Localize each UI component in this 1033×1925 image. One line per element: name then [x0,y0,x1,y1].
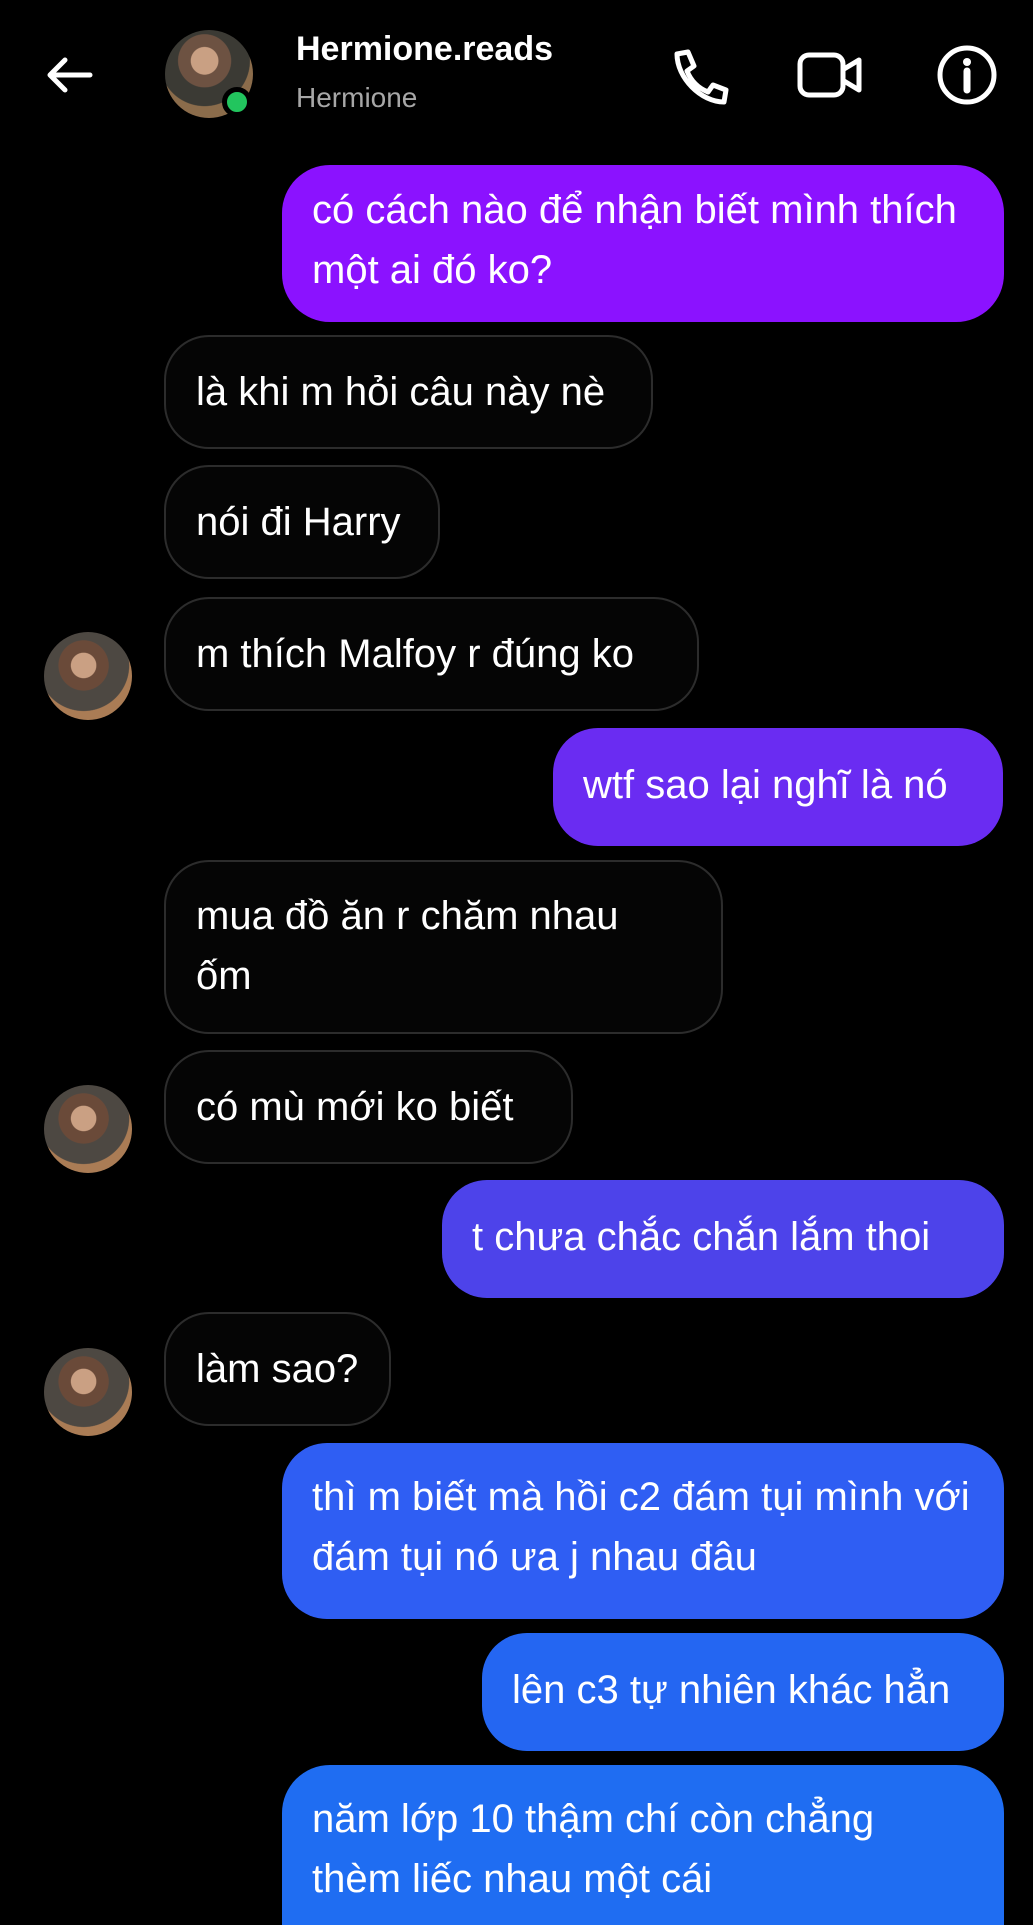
back-button[interactable] [40,50,100,100]
received-message[interactable]: mua đồ ăn r chăm nhau ốm [164,860,723,1034]
sent-message[interactable]: t chưa chắc chắn lắm thoi [442,1180,1004,1298]
message-text: thì m biết mà hồi c2 đám tụi mình với đá… [312,1475,970,1579]
message-text: là khi m hỏi câu này nè [196,370,606,414]
chat-header: Hermione.reads Hermione [0,0,1033,150]
message-text: wtf sao lại nghĩ là nó [583,763,948,807]
received-message[interactable]: làm sao? [164,1312,391,1426]
sent-message[interactable]: năm lớp 10 thậm chí còn chẳng thèm liếc … [282,1765,1004,1925]
message-text: lên c3 tự nhiên khác hẳn [512,1668,951,1712]
conversation-info-button[interactable] [932,42,1002,108]
video-call-button[interactable] [795,42,865,108]
message-text: năm lớp 10 thậm chí còn chẳng thèm liếc … [312,1797,875,1901]
message-text: làm sao? [196,1347,359,1391]
message-text: t chưa chắc chắn lắm thoi [472,1215,931,1259]
sender-avatar[interactable] [44,1085,132,1173]
info-icon [937,45,997,105]
sent-message[interactable]: có cách nào để nhận biết mình thích một … [282,165,1004,322]
audio-call-button[interactable] [663,42,733,108]
message-text: có cách nào để nhận biết mình thích một … [312,188,957,292]
contact-name[interactable]: Hermione.reads [296,30,553,69]
received-message[interactable]: m thích Malfoy r đúng ko [164,597,699,711]
message-text: có mù mới ko biết [196,1085,514,1129]
sent-message[interactable]: wtf sao lại nghĩ là nó [553,728,1003,846]
sent-message[interactable]: lên c3 tự nhiên khác hẳn [482,1633,1004,1751]
message-text: nói đi Harry [196,500,401,544]
sent-message[interactable]: thì m biết mà hồi c2 đám tụi mình với đá… [282,1443,1004,1619]
received-message[interactable]: là khi m hỏi câu này nè [164,335,653,449]
video-camera-icon [797,52,862,98]
message-text: m thích Malfoy r đúng ko [196,632,634,676]
received-message[interactable]: nói đi Harry [164,465,440,579]
received-message[interactable]: có mù mới ko biết [164,1050,573,1164]
online-status-dot [222,87,252,117]
back-arrow-icon [47,57,93,93]
sender-avatar[interactable] [44,632,132,720]
phone-icon [674,49,729,105]
sender-avatar[interactable] [44,1348,132,1436]
contact-subtitle: Hermione [296,82,418,113]
message-text: mua đồ ăn r chăm nhau ốm [196,894,619,998]
